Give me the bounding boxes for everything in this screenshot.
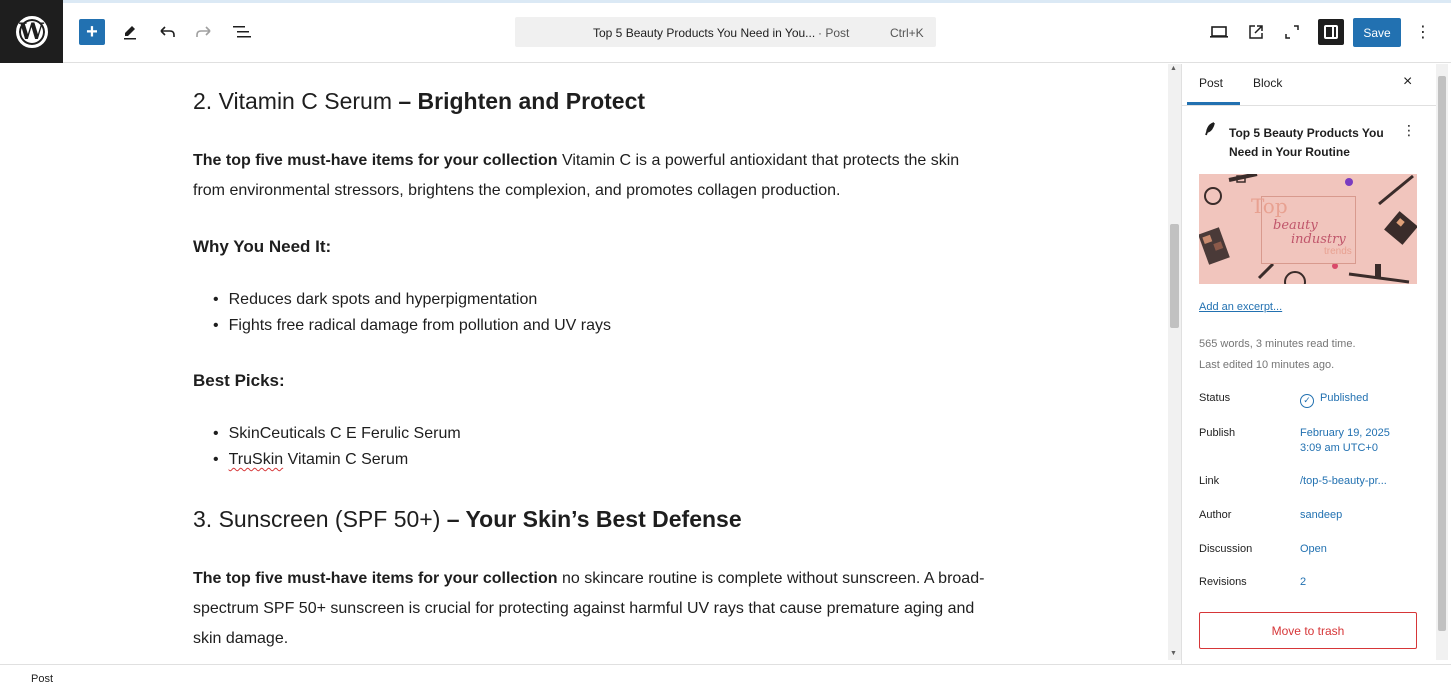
scroll-down-arrow-icon[interactable]: ▼ [1170, 650, 1177, 657]
tools-button[interactable] [120, 18, 140, 46]
list-item: Reduces dark spots and hyperpigmentation [213, 287, 611, 313]
post-feather-icon [1204, 122, 1216, 139]
editor-canvas: 2. Vitamin C Serum – Brighten and Protec… [0, 64, 1168, 664]
heading-vitamin-c-plain: 2. Vitamin C Serum [193, 88, 399, 114]
wordpress-logo-icon: W [15, 15, 48, 48]
author-label: Author [1199, 509, 1232, 521]
redo-icon [196, 26, 211, 37]
post-card-title: Top 5 Beauty Products You Need in Your R… [1229, 126, 1384, 159]
post-actions-icon[interactable]: ⋮ [1402, 122, 1416, 139]
list-view-icon [233, 26, 251, 38]
close-icon[interactable]: × [1403, 73, 1412, 91]
featured-text-beauty: beauty [1273, 218, 1318, 233]
editor-header: W + Top 5 Beauty Products You Need in Yo… [0, 0, 1451, 63]
add-block-button[interactable]: + [79, 19, 105, 45]
paragraph-sunscreen[interactable]: The top five must-have items for your co… [193, 564, 993, 654]
list-item: TruSkin Vitamin C Serum [213, 447, 461, 473]
undo-icon [160, 26, 175, 37]
sidebar-scrollbar-thumb[interactable] [1438, 76, 1446, 631]
heading-best-picks[interactable]: Best Picks: [193, 371, 285, 391]
publish-date: February 19, 2025 [1300, 427, 1390, 439]
heading-why-you-need-it[interactable]: Why You Need It: [193, 237, 331, 257]
status-label: Status [1199, 392, 1231, 404]
heading-vitamin-c[interactable]: 2. Vitamin C Serum – Brighten and Protec… [193, 88, 645, 115]
status-value-button[interactable]: ✓ Published [1300, 391, 1368, 408]
pencil-icon [124, 26, 136, 40]
view-post-button[interactable] [1245, 18, 1267, 46]
command-shortcut: Ctrl+K [890, 26, 924, 40]
check-circle-icon: ✓ [1300, 394, 1314, 408]
featured-text-top: Top [1251, 194, 1288, 218]
editor-scrollbar-thumb[interactable] [1170, 224, 1179, 328]
featured-text-trends: trends [1324, 246, 1352, 257]
header-tint [0, 0, 1451, 3]
editor-footer: Post [0, 664, 1451, 692]
heading-sunscreen-plain: 3. Sunscreen (SPF 50+) [193, 506, 447, 532]
heading-sunscreen[interactable]: 3. Sunscreen (SPF 50+) – Your Skin’s Bes… [193, 506, 742, 533]
featured-image[interactable]: Top beauty industry trends [1199, 174, 1417, 284]
revisions-label: Revisions [1199, 576, 1247, 588]
tab-post[interactable]: Post [1199, 76, 1223, 90]
list-best-picks[interactable]: SkinCeuticals C E Ferulic Serum TruSkin … [213, 421, 461, 473]
settings-sidebar: Post Block × Top 5 Beauty Products You N… [1181, 64, 1437, 664]
publish-label: Publish [1199, 427, 1236, 439]
spellcheck-word: TruSkin [228, 451, 284, 468]
heading-sunscreen-bold: – Your Skin’s Best Defense [446, 506, 742, 532]
list-view-button[interactable] [231, 18, 253, 46]
list-item-text: Vitamin C Serum [283, 451, 409, 468]
link-label: Link [1199, 475, 1220, 487]
tab-block[interactable]: Block [1253, 76, 1282, 90]
permalink-button[interactable]: /top-5-beauty-pr... [1300, 474, 1387, 489]
document-type: · Post [818, 26, 850, 40]
move-to-trash-button[interactable]: Move to trash [1199, 612, 1417, 649]
scroll-up-arrow-icon[interactable]: ▲ [1170, 65, 1177, 72]
last-edited: Last edited 10 minutes ago. [1199, 359, 1335, 371]
document-title: Top 5 Beauty Products You Need in You... [593, 26, 816, 40]
save-button[interactable]: Save [1353, 18, 1401, 47]
publish-time: 3:09 am UTC+0 [1300, 442, 1378, 454]
list-item: SkinCeuticals C E Ferulic Serum [213, 421, 461, 447]
paragraph-vitamin-c[interactable]: The top five must-have items for your co… [193, 146, 993, 206]
redo-button[interactable] [194, 18, 214, 46]
list-why-you-need-it[interactable]: Reduces dark spots and hyperpigmentation… [213, 287, 611, 339]
fullscreen-icon [1285, 25, 1299, 39]
fullscreen-button[interactable] [1281, 18, 1303, 46]
external-link-icon [1249, 25, 1263, 39]
post-meta-info: 565 words, 3 minutes read time. Last edi… [1199, 334, 1356, 376]
status-value: Published [1320, 392, 1369, 404]
list-item: Fights free radical damage from pollutio… [213, 313, 611, 339]
discussion-label: Discussion [1199, 543, 1253, 555]
paragraph-vitamin-c-bold: The top five must-have items for your co… [193, 152, 558, 169]
editor-scrollbar[interactable]: ▲ ▼ [1168, 64, 1181, 660]
wordpress-logo-button[interactable]: W [0, 0, 63, 63]
desktop-view-icon [1210, 26, 1228, 38]
heading-vitamin-c-bold: – Brighten and Protect [398, 88, 646, 114]
command-palette-bar[interactable]: Top 5 Beauty Products You Need in You...… [515, 17, 936, 47]
word-count: 565 words, 3 minutes read time. [1199, 338, 1356, 350]
add-excerpt-link[interactable]: Add an excerpt... [1199, 301, 1282, 313]
options-menu-button[interactable]: ⋮ [1414, 18, 1432, 46]
publish-date-button[interactable]: February 19, 2025 3:09 am UTC+0 [1300, 426, 1390, 456]
tabs-divider [1182, 105, 1437, 106]
settings-sidebar-toggle[interactable] [1318, 19, 1344, 45]
paragraph-sunscreen-bold: The top five must-have items for your co… [193, 570, 558, 587]
undo-button[interactable] [157, 18, 177, 46]
breadcrumb[interactable]: Post [31, 673, 53, 685]
sidebar-scrollbar[interactable] [1436, 64, 1448, 660]
author-button[interactable]: sandeep [1300, 508, 1342, 523]
revisions-button[interactable]: 2 [1300, 575, 1306, 590]
featured-text-industry: industry [1291, 232, 1346, 247]
discussion-button[interactable]: Open [1300, 542, 1327, 557]
preview-button[interactable] [1208, 18, 1230, 46]
